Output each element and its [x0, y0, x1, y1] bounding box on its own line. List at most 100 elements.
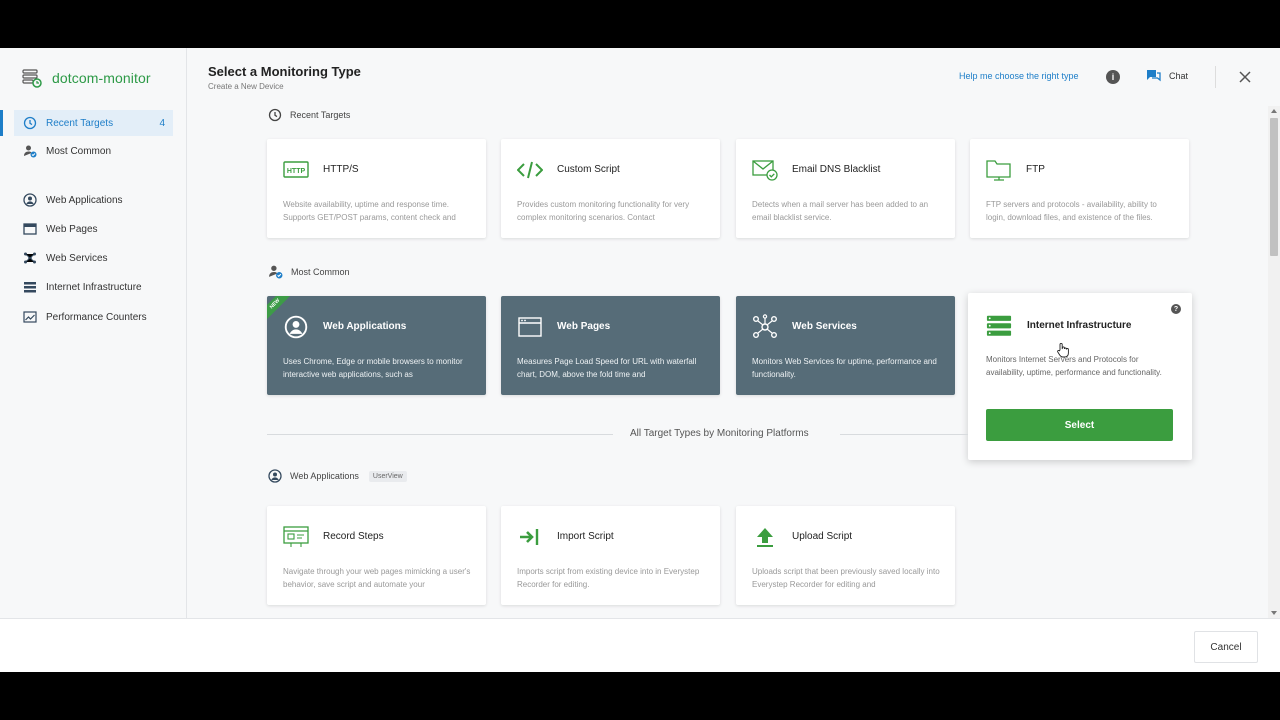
card-email-dns-blacklist[interactable]: Email DNS Blacklist Detects when a mail … — [736, 139, 955, 238]
cancel-button[interactable]: Cancel — [1194, 631, 1258, 663]
svg-text:HTTP: HTTP — [287, 168, 306, 175]
card-ftp[interactable]: FTP FTP servers and protocols - availabi… — [970, 139, 1189, 238]
record-steps-icon — [283, 526, 309, 548]
section-heading: Most Common — [291, 266, 350, 277]
upload-icon — [752, 526, 778, 548]
scrollbar-thumb[interactable] — [1270, 118, 1278, 256]
footer-bar: Cancel — [0, 618, 1280, 672]
brand-logo[interactable]: dotcom-monitor — [22, 68, 151, 88]
card-desc: Monitors Internet Servers and Protocols … — [986, 355, 1162, 377]
sidebar-item-most-common[interactable]: Most Common — [14, 138, 173, 164]
sidebar-item-label: Web Services — [46, 252, 108, 264]
card-web-applications[interactable]: NEW Web Applications Uses Chrome, Edge o… — [267, 296, 486, 395]
sidebar-item-label: Most Common — [46, 145, 112, 157]
sidebar-item-label: Web Pages — [46, 223, 98, 235]
chat-button[interactable]: Chat — [1146, 69, 1188, 83]
card-web-services[interactable]: Web Services Monitors Web Services for u… — [736, 296, 955, 395]
section-web-applications: Web Applications UserView — [268, 469, 407, 483]
card-internet-infrastructure[interactable]: ? Internet Infrastructure Monitors Inter… — [968, 293, 1192, 460]
card-title: HTTP/S — [323, 164, 359, 175]
sidebar-item-web-services[interactable]: Web Services — [14, 245, 173, 271]
help-choose-link[interactable]: Help me choose the right type — [959, 71, 1079, 81]
network-icon — [22, 250, 38, 266]
sidebar-item-label: Internet Infrastructure — [46, 281, 142, 293]
code-icon — [517, 159, 543, 181]
server-icon — [22, 279, 38, 295]
help-icon[interactable]: ? — [1171, 304, 1181, 314]
user-circle-icon — [22, 192, 38, 208]
chat-icon — [1147, 70, 1161, 82]
info-icon[interactable]: i — [1106, 70, 1120, 84]
app-window: dotcom-monitor Recent Targets 4 Most Com… — [0, 48, 1280, 672]
page-subtitle: Create a New Device — [208, 82, 284, 91]
sidebar-item-web-pages[interactable]: Web Pages — [14, 216, 173, 242]
vertical-scrollbar[interactable] — [1268, 106, 1280, 618]
sidebar-item-recent-targets[interactable]: Recent Targets 4 — [0, 110, 173, 136]
card-upload-script[interactable]: Upload Script Uploads script that been p… — [736, 506, 955, 605]
browser-window-icon — [22, 221, 38, 237]
card-desc: Monitors Web Services for uptime, perfor… — [752, 357, 937, 379]
page-title: Select a Monitoring Type — [208, 64, 361, 79]
logo-text: dotcom-monitor — [52, 70, 151, 86]
hand-cursor-icon — [1056, 342, 1070, 363]
card-title: Import Script — [557, 531, 614, 542]
user-check-icon — [22, 143, 38, 159]
card-title: FTP — [1026, 164, 1045, 175]
card-title: Web Pages — [557, 321, 611, 332]
card-custom-script[interactable]: Custom Script Provides custom monitoring… — [501, 139, 720, 238]
card-desc: Uses Chrome, Edge or mobile browsers to … — [283, 357, 463, 379]
folder-icon — [986, 159, 1012, 181]
section-recent-targets: Recent Targets — [268, 108, 350, 122]
clock-icon — [268, 108, 282, 122]
logo-icon — [22, 69, 42, 88]
divider-left — [267, 434, 613, 435]
import-icon — [517, 526, 543, 548]
scroll-down-icon[interactable] — [1271, 611, 1277, 615]
card-title: Upload Script — [792, 531, 853, 542]
clock-icon — [22, 115, 38, 131]
divider-label: All Target Types by Monitoring Platforms — [630, 428, 809, 439]
card-import-script[interactable]: Import Script Imports script from existi… — [501, 506, 720, 605]
http-icon: HTTP — [283, 159, 309, 181]
browser-window-icon — [517, 316, 543, 338]
sidebar-item-label: Recent Targets — [46, 117, 114, 129]
network-icon — [752, 314, 778, 339]
card-title: Internet Infrastructure — [1027, 320, 1132, 331]
user-circle-icon — [283, 315, 309, 339]
card-http[interactable]: HTTP HTTP/S Website availability, uptime… — [267, 139, 486, 238]
card-desc: Provides custom monitoring functionality… — [517, 200, 690, 222]
card-web-pages[interactable]: Web Pages Measures Page Load Speed for U… — [501, 296, 720, 395]
card-desc: Detects when a mail server has been adde… — [752, 200, 929, 222]
sidebar: dotcom-monitor Recent Targets 4 Most Com… — [0, 48, 187, 618]
card-desc: Website availability, uptime and respons… — [283, 200, 456, 222]
sidebar-item-label: Web Applications — [46, 194, 123, 206]
card-title: Web Applications — [323, 321, 407, 332]
divider-right — [840, 434, 968, 435]
close-icon[interactable] — [1238, 70, 1252, 84]
header-divider — [1215, 66, 1216, 88]
card-desc: Measures Page Load Speed for URL with wa… — [517, 357, 697, 379]
section-heading: Web Applications — [290, 471, 359, 481]
sidebar-item-web-applications[interactable]: Web Applications — [14, 187, 173, 213]
scroll-up-icon[interactable] — [1271, 109, 1277, 113]
card-desc: FTP servers and protocols - availability… — [986, 200, 1157, 222]
chart-icon — [22, 309, 38, 325]
recent-count-badge: 4 — [159, 117, 165, 129]
user-check-icon — [269, 265, 283, 279]
userview-tag: UserView — [368, 470, 407, 482]
card-desc: Uploads script that been previously save… — [752, 567, 940, 589]
section-heading: Recent Targets — [290, 110, 351, 120]
select-button[interactable]: Select — [986, 409, 1173, 441]
card-desc: Navigate through your web pages mimickin… — [283, 567, 471, 589]
sidebar-item-internet-infrastructure[interactable]: Internet Infrastructure — [14, 274, 173, 300]
card-title: Record Steps — [323, 531, 384, 542]
user-circle-icon — [268, 469, 282, 483]
section-most-common: Most Common — [268, 264, 350, 279]
server-icon — [986, 315, 1012, 337]
sidebar-item-label: Performance Counters — [46, 311, 147, 323]
sidebar-item-performance-counters[interactable]: Performance Counters — [14, 304, 173, 330]
card-title: Web Services — [792, 321, 857, 332]
card-title: Custom Script — [557, 164, 620, 175]
card-title: Email DNS Blacklist — [792, 164, 881, 175]
card-record-steps[interactable]: Record Steps Navigate through your web p… — [267, 506, 486, 605]
